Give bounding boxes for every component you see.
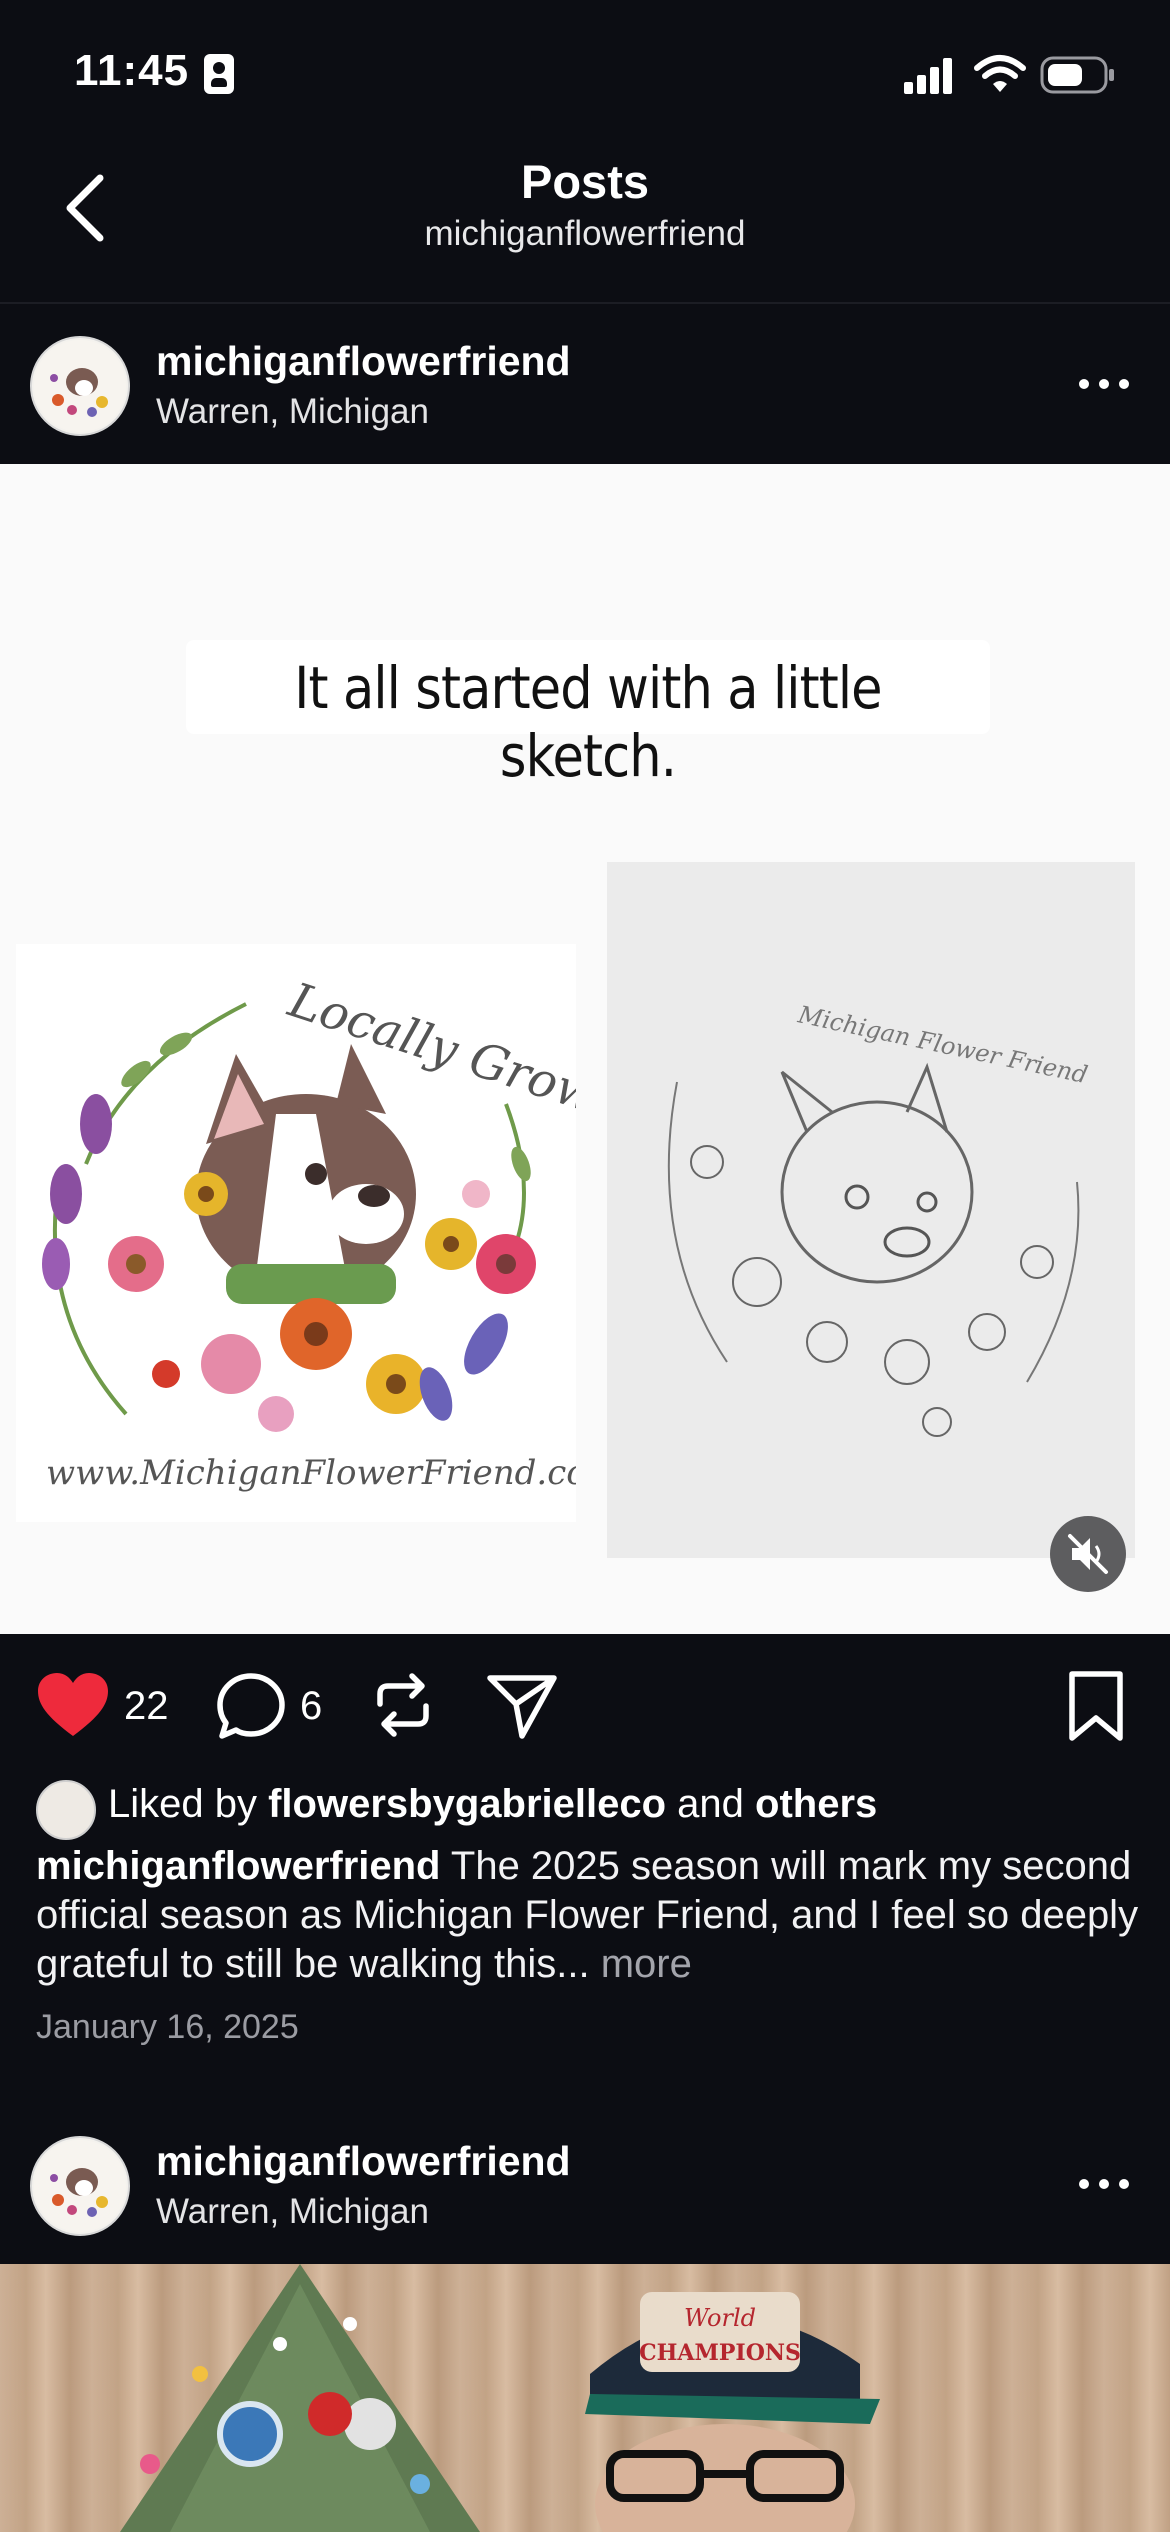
svg-text:Michigan Flower Friend: Michigan Flower Friend	[795, 1000, 1090, 1089]
post-avatar[interactable]	[30, 336, 130, 436]
liked-by-user[interactable]: flowersbygabrielleco	[268, 1782, 666, 1826]
pencil-sketch-image: Michigan Flower Friend	[607, 862, 1135, 1558]
liked-by-others[interactable]: others	[755, 1782, 877, 1826]
share-icon[interactable]	[486, 1672, 558, 1740]
post-location[interactable]: Warren, Michigan	[156, 392, 429, 432]
header-divider	[0, 302, 1170, 304]
wifi-icon	[974, 55, 1026, 92]
post2-username[interactable]: michiganflowerfriend	[156, 2138, 571, 2185]
contact-badge-icon	[204, 54, 234, 94]
liked-by-prefix: Liked by	[108, 1782, 257, 1826]
more-options-button[interactable]	[1076, 374, 1132, 394]
post-caption: michiganflowerfriend The 2025 season wil…	[36, 1842, 1146, 1989]
page-subtitle: michiganflowerfriend	[424, 214, 746, 253]
post2-more-options-button[interactable]	[1076, 2174, 1132, 2194]
post-date: January 16, 2025	[36, 2008, 299, 2046]
post-image[interactable]: It all started with a little sketch. Loc…	[0, 464, 1170, 1634]
post2-location[interactable]: Warren, Michigan	[156, 2192, 429, 2232]
battery-icon	[1040, 56, 1114, 94]
page-title: Posts	[521, 155, 649, 208]
post-username[interactable]: michiganflowerfriend	[156, 338, 571, 385]
avatar-logo-image	[34, 2140, 126, 2232]
caption-more-link[interactable]: more	[601, 1942, 692, 1986]
comments-count[interactable]: 6	[300, 1684, 322, 1729]
repost-icon[interactable]	[370, 1670, 436, 1740]
post2-avatar[interactable]	[30, 2136, 130, 2236]
comment-icon[interactable]	[216, 1672, 286, 1740]
heart-icon[interactable]	[36, 1672, 110, 1738]
mute-button[interactable]	[1050, 1516, 1126, 1592]
svg-text:www.MichiganFlowerFriend.com: www.MichiganFlowerFriend.com	[46, 1453, 576, 1493]
liked-by-avatar[interactable]	[36, 1780, 96, 1840]
liked-by-conjunction: and	[677, 1782, 744, 1826]
avatar-logo-image	[34, 340, 126, 432]
svg-text:CHAMPIONS: CHAMPIONS	[639, 2340, 801, 2366]
logo-illustration: Locally Grown www.MichiganFlowerFriend.c…	[16, 944, 634, 1522]
mute-icon	[1068, 1534, 1108, 1574]
caption-author[interactable]: michiganflowerfriend	[36, 1844, 441, 1888]
caption-overlay-text: It all started with a little sketch.	[294, 654, 882, 790]
liked-by-line[interactable]: Liked by flowersbygabrielleco and others	[108, 1782, 877, 1827]
bookmark-icon[interactable]	[1066, 1670, 1126, 1742]
likes-count[interactable]: 22	[124, 1684, 169, 1729]
svg-text:World: World	[684, 2304, 756, 2332]
status-time: 11:45	[74, 46, 190, 95]
post2-image[interactable]: World CHAMPIONS	[0, 2264, 1170, 2532]
signal-icon	[904, 58, 952, 94]
